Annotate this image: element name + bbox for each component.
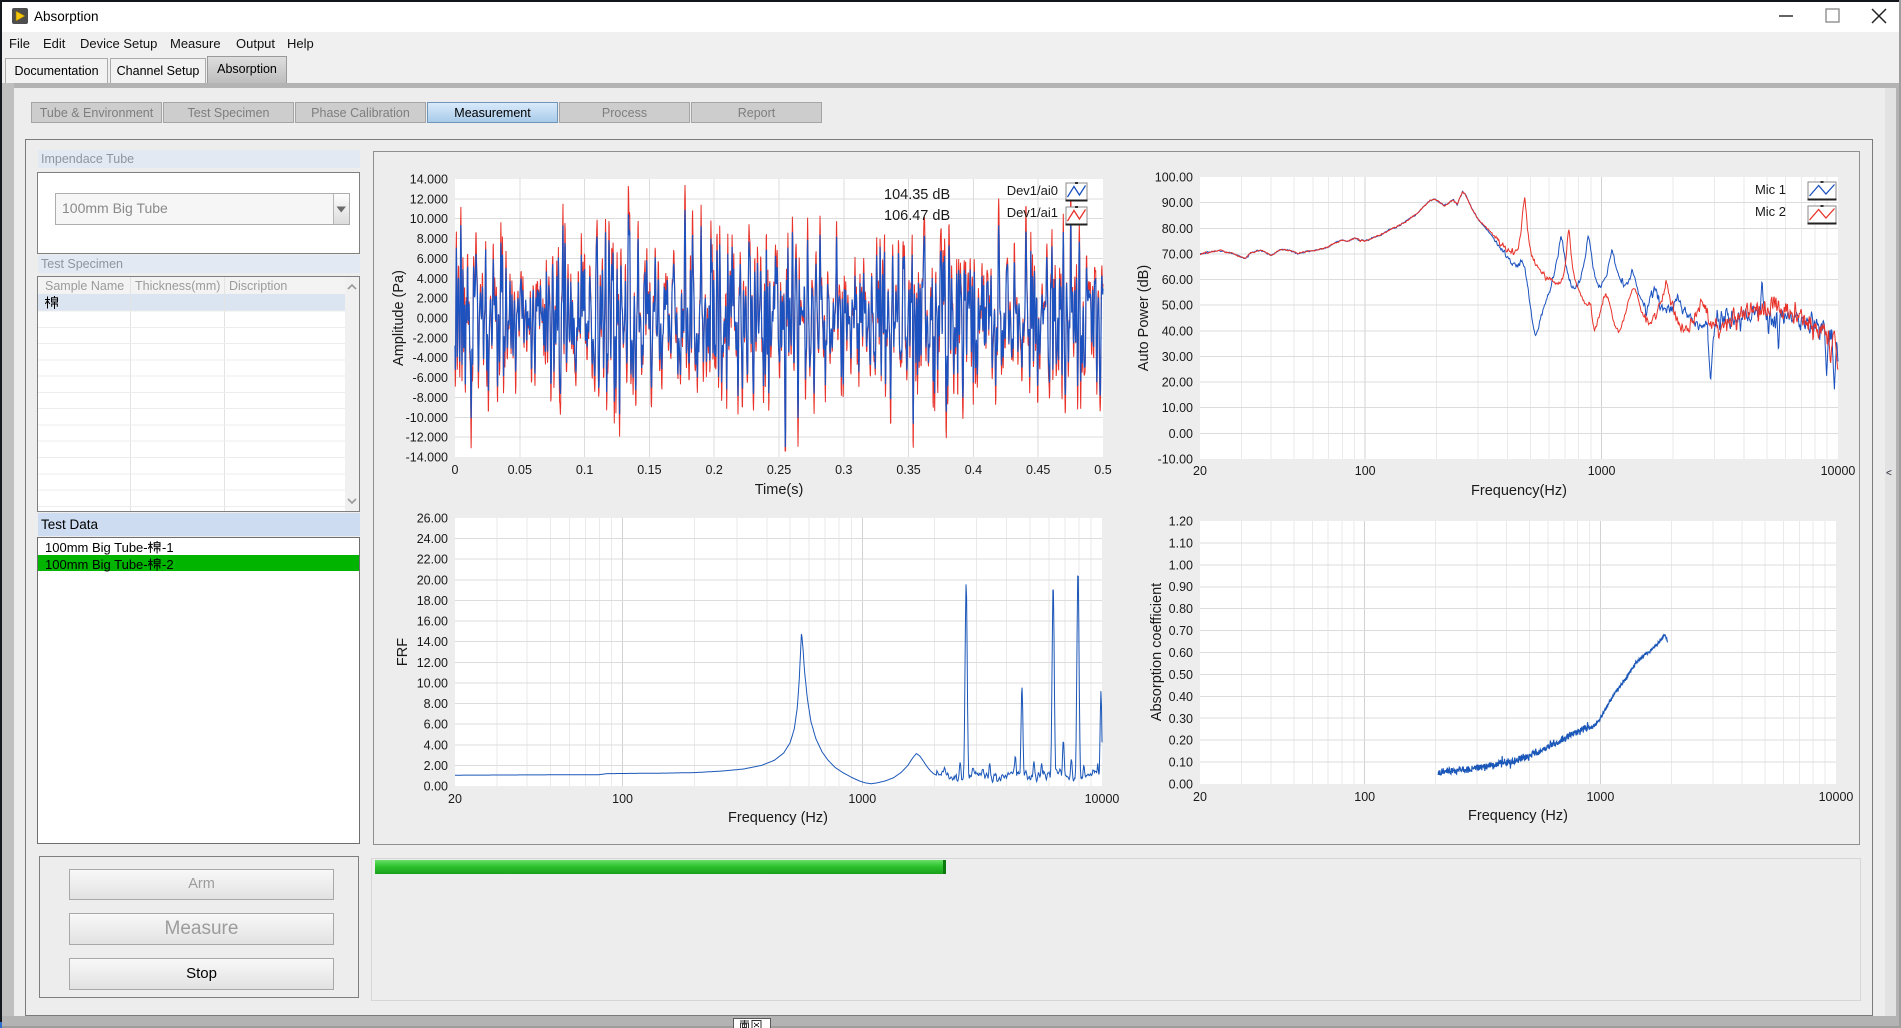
svg-text:Frequency (Hz): Frequency (Hz) bbox=[728, 810, 828, 826]
svg-text:20: 20 bbox=[448, 792, 462, 806]
svg-text:Dev1/ai0: Dev1/ai0 bbox=[1007, 183, 1058, 198]
svg-text:1000: 1000 bbox=[848, 792, 876, 806]
svg-text:1000: 1000 bbox=[1586, 790, 1614, 804]
svg-text:1.10: 1.10 bbox=[1169, 536, 1193, 550]
svg-text:0.40: 0.40 bbox=[1169, 690, 1193, 704]
svg-text:0.15: 0.15 bbox=[637, 463, 661, 477]
svg-text:90.00: 90.00 bbox=[1162, 196, 1193, 210]
svg-text:30.00: 30.00 bbox=[1162, 350, 1193, 364]
svg-text:22.00: 22.00 bbox=[417, 553, 448, 567]
svg-text:14.000: 14.000 bbox=[410, 173, 448, 187]
svg-text:70.00: 70.00 bbox=[1162, 247, 1193, 261]
svg-text:Frequency(Hz): Frequency(Hz) bbox=[1471, 483, 1567, 499]
svg-text:20.00: 20.00 bbox=[417, 573, 448, 587]
svg-text:8.00: 8.00 bbox=[424, 697, 448, 711]
svg-text:0.2: 0.2 bbox=[706, 463, 723, 477]
svg-text:0.90: 0.90 bbox=[1169, 580, 1193, 594]
svg-text:0.60: 0.60 bbox=[1169, 646, 1193, 660]
svg-text:10000: 10000 bbox=[1819, 790, 1854, 804]
svg-text:0.10: 0.10 bbox=[1169, 756, 1193, 770]
svg-text:-2.000: -2.000 bbox=[413, 331, 448, 345]
svg-text:20.00: 20.00 bbox=[1162, 376, 1193, 390]
svg-text:6.000: 6.000 bbox=[417, 252, 448, 266]
svg-text:50.00: 50.00 bbox=[1162, 299, 1193, 313]
svg-text:10.00: 10.00 bbox=[1162, 401, 1193, 415]
svg-text:10.000: 10.000 bbox=[410, 212, 448, 226]
svg-text:Auto Power (dB): Auto Power (dB) bbox=[1136, 265, 1152, 371]
svg-text:24.00: 24.00 bbox=[417, 532, 448, 546]
svg-text:0: 0 bbox=[452, 463, 459, 477]
svg-text:2.00: 2.00 bbox=[424, 759, 448, 773]
svg-text:0.00: 0.00 bbox=[1169, 427, 1193, 441]
svg-text:20: 20 bbox=[1193, 464, 1207, 478]
svg-text:0.35: 0.35 bbox=[896, 463, 920, 477]
svg-text:80.00: 80.00 bbox=[1162, 222, 1193, 236]
svg-text:100: 100 bbox=[1354, 790, 1375, 804]
svg-text:-6.000: -6.000 bbox=[413, 371, 448, 385]
svg-text:Dev1/ai1: Dev1/ai1 bbox=[1007, 205, 1058, 220]
svg-text:Amplitude (Pa): Amplitude (Pa) bbox=[391, 270, 407, 366]
svg-text:12.00: 12.00 bbox=[417, 656, 448, 670]
svg-text:26.00: 26.00 bbox=[417, 512, 448, 526]
svg-text:0.30: 0.30 bbox=[1169, 712, 1193, 726]
svg-text:-14.000: -14.000 bbox=[406, 451, 448, 465]
svg-text:0.00: 0.00 bbox=[1169, 778, 1193, 792]
svg-text:-4.000: -4.000 bbox=[413, 351, 448, 365]
svg-text:1000: 1000 bbox=[1588, 464, 1616, 478]
svg-text:Mic 1: Mic 1 bbox=[1755, 182, 1786, 197]
svg-text:-12.000: -12.000 bbox=[406, 431, 448, 445]
svg-text:0.70: 0.70 bbox=[1169, 624, 1193, 638]
svg-text:0.25: 0.25 bbox=[767, 463, 791, 477]
svg-text:0.20: 0.20 bbox=[1169, 734, 1193, 748]
svg-text:1.00: 1.00 bbox=[1169, 558, 1193, 572]
svg-text:0.80: 0.80 bbox=[1169, 602, 1193, 616]
svg-text:14.00: 14.00 bbox=[417, 635, 448, 649]
svg-text:40.00: 40.00 bbox=[1162, 324, 1193, 338]
svg-text:0.00: 0.00 bbox=[424, 780, 448, 794]
svg-text:Frequency (Hz): Frequency (Hz) bbox=[1468, 808, 1568, 824]
svg-text:1.20: 1.20 bbox=[1169, 515, 1193, 529]
svg-text:8.000: 8.000 bbox=[417, 232, 448, 246]
svg-text:106.47 dB: 106.47 dB bbox=[884, 208, 950, 224]
svg-text:FRF: FRF bbox=[395, 638, 411, 666]
svg-text:100.00: 100.00 bbox=[1155, 171, 1193, 185]
svg-text:Absorption coefficient: Absorption coefficient bbox=[1149, 583, 1165, 721]
svg-text:Mic 2: Mic 2 bbox=[1755, 204, 1786, 219]
svg-text:100: 100 bbox=[1355, 464, 1376, 478]
svg-text:0.1: 0.1 bbox=[576, 463, 593, 477]
svg-text:100: 100 bbox=[612, 792, 633, 806]
svg-text:104.35 dB: 104.35 dB bbox=[884, 187, 950, 203]
svg-text:-10.000: -10.000 bbox=[406, 411, 448, 425]
svg-text:16.00: 16.00 bbox=[417, 615, 448, 629]
svg-text:18.00: 18.00 bbox=[417, 594, 448, 608]
svg-text:2.000: 2.000 bbox=[417, 292, 448, 306]
svg-text:4.00: 4.00 bbox=[424, 738, 448, 752]
svg-text:0.000: 0.000 bbox=[417, 312, 448, 326]
svg-text:20: 20 bbox=[1193, 790, 1207, 804]
svg-text:10000: 10000 bbox=[1821, 464, 1856, 478]
svg-text:0.4: 0.4 bbox=[965, 463, 982, 477]
svg-text:0.45: 0.45 bbox=[1026, 463, 1050, 477]
svg-text:10.00: 10.00 bbox=[417, 676, 448, 690]
svg-text:6.00: 6.00 bbox=[424, 718, 448, 732]
svg-text:10000: 10000 bbox=[1085, 792, 1120, 806]
svg-text:12.000: 12.000 bbox=[410, 192, 448, 206]
svg-text:0.50: 0.50 bbox=[1169, 668, 1193, 682]
svg-text:Time(s): Time(s) bbox=[755, 482, 804, 498]
svg-text:0.05: 0.05 bbox=[508, 463, 532, 477]
svg-text:0.3: 0.3 bbox=[835, 463, 852, 477]
svg-text:4.000: 4.000 bbox=[417, 272, 448, 286]
svg-text:-8.000: -8.000 bbox=[413, 391, 448, 405]
svg-text:-10.00: -10.00 bbox=[1158, 453, 1193, 467]
svg-text:60.00: 60.00 bbox=[1162, 273, 1193, 287]
svg-text:0.5: 0.5 bbox=[1094, 463, 1111, 477]
